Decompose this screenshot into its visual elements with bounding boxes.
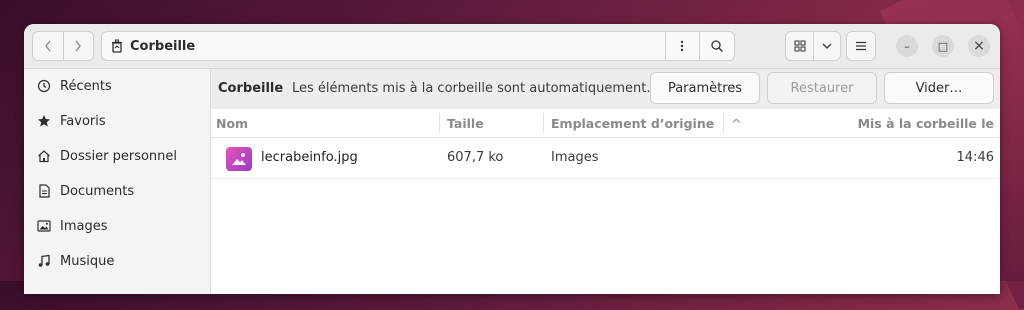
sort-indicator-icon: ^ — [731, 116, 742, 131]
document-icon — [36, 183, 52, 199]
music-icon — [36, 253, 52, 269]
column-divider — [723, 113, 724, 133]
view-toggle-group — [785, 31, 841, 61]
image-icon — [36, 218, 52, 234]
column-origin[interactable]: Emplacement d’origine — [551, 116, 714, 131]
file-manager-window: Corbeille – □ × Récents Favoris Dossier … — [24, 24, 1000, 294]
sidebar: Récents Favoris Dossier personnel Docume… — [24, 69, 211, 294]
close-button[interactable]: × — [968, 35, 990, 57]
sidebar-item-musique[interactable]: Musique — [24, 244, 210, 278]
navigation-buttons — [32, 31, 94, 61]
main-menu-button[interactable] — [846, 31, 876, 61]
file-trashed-date: 14:46 — [956, 150, 994, 165]
back-button[interactable] — [33, 32, 63, 60]
column-trashed-date[interactable]: Mis à la corbeille le — [858, 116, 994, 131]
star-icon — [36, 113, 52, 129]
maximize-button[interactable]: □ — [932, 35, 954, 57]
main-content: Corbeille Les éléments mis à la corbeill… — [211, 69, 1000, 294]
column-divider — [543, 113, 544, 133]
hamburger-icon — [856, 41, 866, 51]
vertical-dots-icon — [680, 40, 684, 52]
minimize-button[interactable]: – — [896, 35, 918, 57]
grid-view-button[interactable] — [786, 32, 813, 60]
grid-icon — [794, 40, 806, 52]
forward-button[interactable] — [62, 32, 94, 60]
chevron-left-icon — [44, 40, 51, 52]
chevron-down-icon — [822, 43, 832, 49]
empty-trash-button[interactable]: Vider… — [884, 72, 994, 104]
chevron-right-icon — [75, 40, 82, 52]
sidebar-item-label: Documents — [60, 183, 135, 199]
sidebar-item-recents[interactable]: Récents — [24, 69, 210, 103]
sidebar-item-documents[interactable]: Documents — [24, 174, 210, 208]
column-name[interactable]: Nom — [216, 116, 248, 131]
trash-info-bar: Corbeille Les éléments mis à la corbeill… — [211, 69, 1000, 109]
sidebar-item-favoris[interactable]: Favoris — [24, 104, 210, 138]
sidebar-item-label: Récents — [60, 78, 112, 94]
close-icon: × — [973, 38, 985, 54]
info-bar-message: Les éléments mis à la corbeille sont aut… — [292, 81, 660, 96]
file-origin: Images — [551, 150, 599, 165]
header-bar: Corbeille – □ × — [24, 24, 1000, 69]
restore-button[interactable]: Restaurer — [767, 72, 877, 104]
column-divider — [439, 113, 440, 133]
sidebar-item-images[interactable]: Images — [24, 209, 210, 243]
info-bar-title: Corbeille — [218, 81, 284, 96]
home-icon — [36, 148, 52, 164]
trash-icon — [112, 39, 122, 53]
clock-icon — [36, 78, 52, 94]
table-row[interactable]: lecrabeinfo.jpg 607,7 ko Images 14:46 — [211, 138, 1000, 179]
column-size[interactable]: Taille — [447, 116, 484, 131]
maximize-icon: □ — [937, 39, 949, 53]
column-header: Nom Taille Emplacement d’origine ^ Mis à… — [211, 109, 1000, 138]
breadcrumb[interactable]: Corbeille — [110, 32, 195, 60]
sidebar-item-label: Favoris — [60, 113, 106, 129]
sidebar-item-label: Images — [60, 218, 108, 234]
file-size: 607,7 ko — [447, 150, 504, 165]
sidebar-item-home[interactable]: Dossier personnel — [24, 139, 210, 173]
settings-button[interactable]: Paramètres — [650, 72, 760, 104]
minimize-icon: – — [904, 39, 910, 53]
location-label: Corbeille — [130, 38, 196, 54]
image-file-icon — [226, 147, 252, 171]
file-name: lecrabeinfo.jpg — [261, 150, 358, 165]
search-button[interactable] — [699, 32, 734, 60]
sidebar-item-label: Dossier personnel — [60, 148, 178, 164]
sidebar-item-label: Musique — [60, 253, 115, 269]
path-menu-button[interactable] — [665, 32, 698, 60]
view-options-button[interactable] — [813, 32, 840, 60]
search-icon — [711, 40, 723, 52]
path-bar[interactable]: Corbeille — [101, 31, 735, 61]
